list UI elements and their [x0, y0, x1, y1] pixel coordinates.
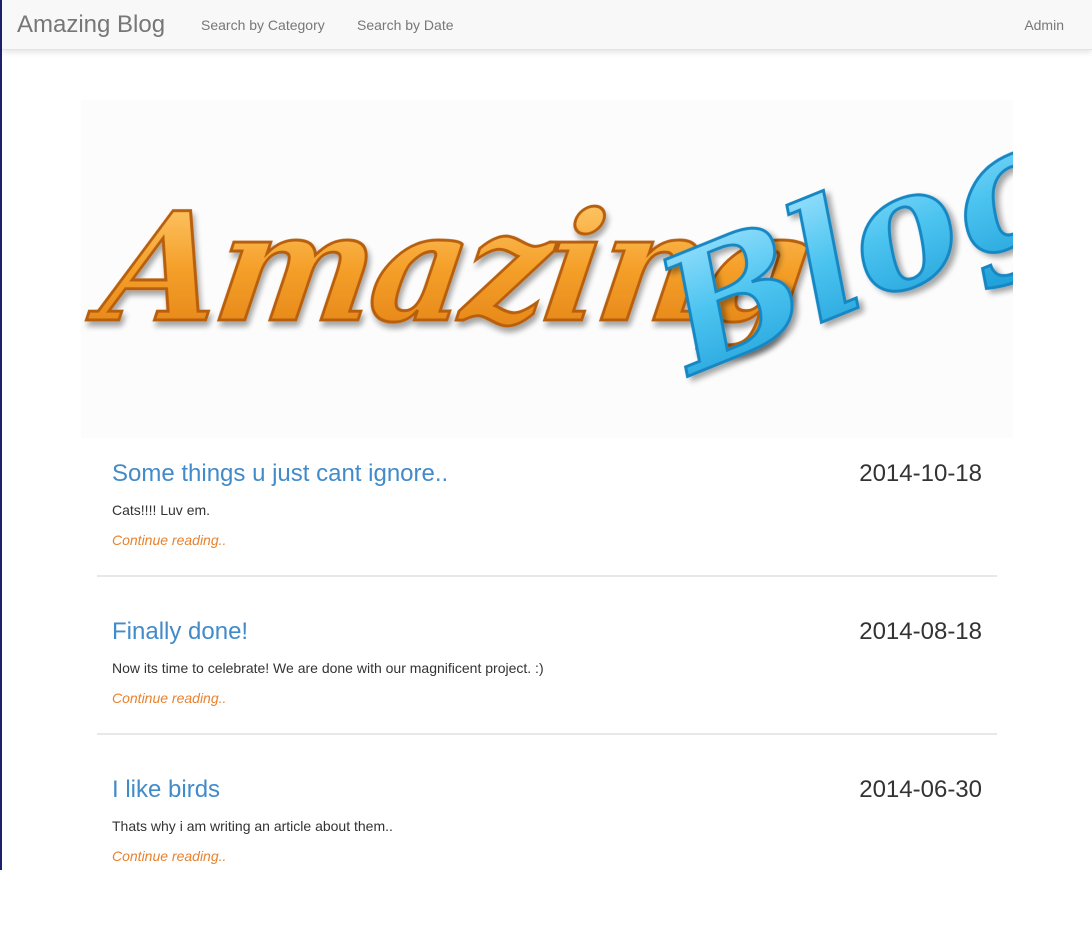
banner-logo: Amazing Blog: [81, 100, 1013, 438]
post-divider: [97, 733, 997, 735]
nav-search-by-date[interactable]: Search by Date: [357, 16, 454, 34]
nav-admin[interactable]: Admin: [1024, 16, 1064, 34]
logo-blog-text: Blog: [631, 100, 1013, 412]
post-title[interactable]: Finally done!: [112, 615, 248, 649]
continue-reading-link[interactable]: Continue reading..: [112, 847, 226, 865]
banner-logo-image: Amazing Blog: [81, 100, 1013, 413]
continue-reading-link[interactable]: Continue reading..: [112, 689, 226, 707]
post-date: 2014-08-18: [859, 618, 982, 645]
post-divider: [97, 575, 997, 577]
post-date: 2014-10-18: [859, 460, 982, 487]
navbar: Amazing Blog Search by Category Search b…: [2, 0, 1092, 50]
post-title[interactable]: I like birds: [112, 773, 220, 807]
post-item: Finally done! 2014-08-18 Now its time to…: [97, 615, 997, 773]
brand-link[interactable]: Amazing Blog: [17, 10, 165, 40]
post-excerpt: Thats why i am writing an article about …: [112, 818, 393, 834]
continue-reading-link[interactable]: Continue reading..: [112, 531, 226, 549]
post-date: 2014-06-30: [859, 776, 982, 803]
nav-search-by-category[interactable]: Search by Category: [201, 16, 325, 34]
post-item: I like birds 2014-06-30 Thats why i am w…: [97, 773, 997, 931]
post-item: Some things u just cant ignore.. 2014-10…: [97, 457, 997, 615]
post-excerpt: Cats!!!! Luv em.: [112, 502, 211, 518]
post-excerpt: Now its time to celebrate! We are done w…: [112, 660, 544, 676]
post-title[interactable]: Some things u just cant ignore..: [112, 457, 448, 491]
